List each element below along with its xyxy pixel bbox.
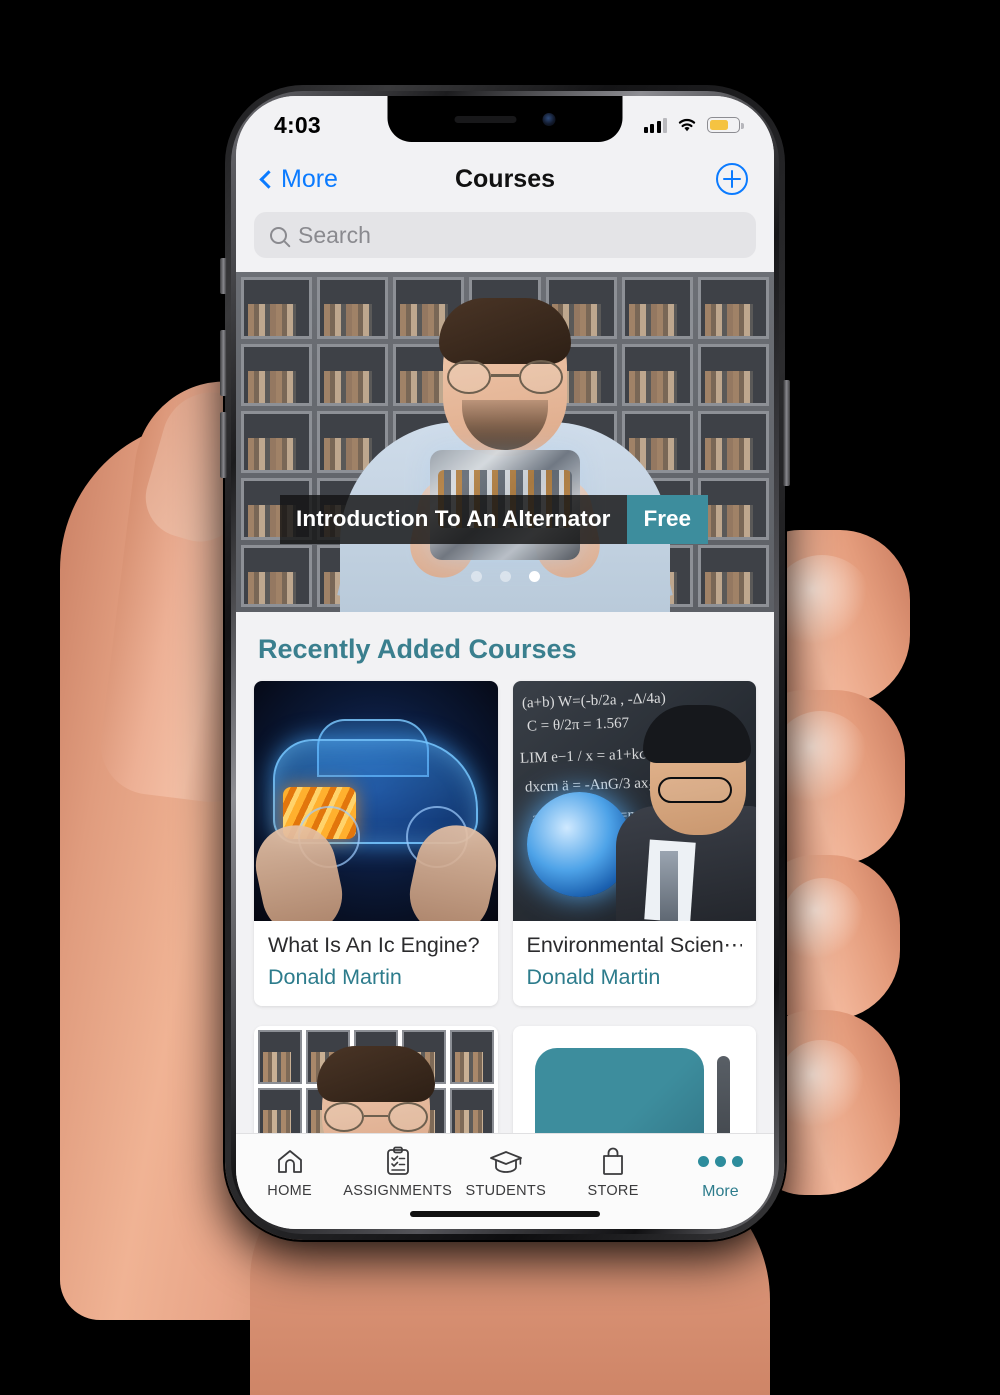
illustration-bar [717,1056,730,1133]
shopping-bag-icon [600,1146,626,1176]
home-indicator[interactable] [410,1211,600,1217]
tab-label: STUDENTS [465,1183,547,1199]
course-card[interactable]: What Is An Ic Engine? Donald Martin [254,681,498,1006]
tab-label: More [702,1183,739,1200]
scroll-content[interactable]: Introduction To An Alternator Free Recen… [236,272,774,1133]
battery-icon [707,117,744,133]
chevron-left-icon [259,169,278,189]
wifi-icon [678,118,696,132]
back-button[interactable]: More [259,164,338,194]
search-area: Search [236,210,774,272]
search-placeholder: Search [298,221,371,248]
tab-home[interactable]: HOME [236,1146,343,1199]
tab-more[interactable]: More [667,1146,774,1201]
featured-course-label-row: Introduction To An Alternator Free [280,495,709,544]
tab-students[interactable]: STUDENTS [452,1146,559,1199]
screenshot-stage: 4:03 More Courses Search Introduction To… [0,0,1000,1395]
ellipsis-icon [697,1146,743,1176]
carousel-dot-3[interactable] [528,571,540,582]
power-button[interactable] [783,380,790,486]
teacher-glasses [657,777,732,803]
volume-up-button[interactable] [220,330,227,396]
carousel-dot-2[interactable] [499,571,511,582]
subject-glasses [447,360,563,394]
volume-down-button[interactable] [220,412,227,478]
earpiece-speaker [454,115,517,123]
tab-label: HOME [267,1183,312,1199]
course-card-partial[interactable] [512,1026,756,1133]
course-grid-next-row [236,1026,774,1133]
course-card-body: Environmental Scien⋯ Donald Martin [513,921,757,1006]
course-thumbnail-car [254,681,498,921]
search-icon [270,226,287,244]
status-bar-clock: 4:03 [274,111,321,138]
back-button-label: More [281,164,338,193]
course-title: What Is An Ic Engine? [268,933,480,957]
featured-course-image [236,272,774,612]
course-thumbnail-chalkboard: (a+b) W=(-b/2a , -Δ/4a) C = θ/2π = 1.567… [512,681,756,921]
add-course-button[interactable] [716,163,748,195]
tab-label: ASSIGNMENTS [343,1183,453,1199]
course-card-body: What Is An Ic Engine? Donald Martin [254,921,498,1006]
status-bar-indicators [643,117,744,133]
carousel-dot-1[interactable] [470,571,482,582]
course-author: Donald Martin [268,965,402,989]
featured-course-title: Introduction To An Alternator [280,495,627,544]
clipboard-checklist-icon [385,1146,411,1176]
tab-label: STORE [587,1183,639,1199]
carousel-page-dots[interactable] [236,571,774,582]
course-author: Donald Martin [526,965,661,989]
front-camera-icon [542,112,556,126]
course-grid: What Is An Ic Engine? Donald Martin (a+b… [236,681,774,1026]
course-card[interactable]: (a+b) W=(-b/2a , -Δ/4a) C = θ/2π = 1.567… [512,681,757,1006]
phone-screen: 4:03 More Courses Search Introduction To… [236,96,774,1229]
home-icon [275,1146,305,1176]
search-input[interactable]: Search [254,212,756,258]
course-card-partial[interactable] [254,1026,498,1133]
course-title: Environmental Scien⋯ [526,933,743,957]
silent-switch[interactable] [220,258,227,294]
tab-assignments[interactable]: ASSIGNMENTS [343,1146,452,1199]
teal-illustration [534,1048,704,1133]
featured-course-banner[interactable]: Introduction To An Alternator Free [236,272,774,612]
featured-course-price-badge: Free [626,495,709,544]
section-heading: Recently Added Courses [258,634,577,664]
graduation-cap-icon [489,1146,523,1176]
navigation-bar: More Courses [236,148,774,210]
notch [387,96,623,142]
cellular-bars-icon [643,117,667,133]
tab-store[interactable]: STORE [559,1146,666,1199]
